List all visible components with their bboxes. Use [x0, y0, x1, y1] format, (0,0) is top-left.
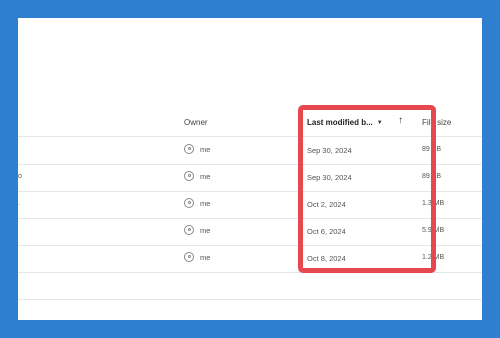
last-modified-cell: Oct 6, 2024 [307, 227, 346, 236]
last-modified-column-header[interactable]: Last modified b... ▼ [307, 118, 383, 127]
file-size-cell: 1.3 MB [422, 200, 445, 207]
file-size-cell: 89 KB [422, 146, 442, 153]
file-size-cell: 5.9 MB [422, 227, 445, 234]
table-header: Owner Last modified b... ▼ ↑ File size [18, 110, 482, 137]
table-row[interactable]: me Oct 6, 2024 5.9 MB [18, 218, 482, 246]
file-name: . [18, 200, 20, 207]
owner-label: me [200, 171, 211, 181]
last-modified-cell: Sep 30, 2024 [307, 146, 352, 155]
owner-cell: me [184, 198, 210, 208]
owner-cell: me [184, 171, 210, 181]
person-circle-icon [184, 144, 194, 154]
owner-label: me [200, 144, 211, 154]
file-size-cell: 89 KB [422, 173, 442, 180]
owner-cell: me [184, 252, 210, 262]
last-modified-cell: Oct 2, 2024 [307, 200, 346, 209]
last-modified-cell: Oct 8, 2024 [307, 254, 346, 263]
arrow-up-icon[interactable]: ↑ [398, 115, 403, 126]
owner-label: me [200, 252, 211, 262]
last-modified-cell: Sep 30, 2024 [307, 173, 352, 182]
file-list-panel: Owner Last modified b... ▼ ↑ File size m… [18, 18, 482, 320]
file-name: o [18, 173, 22, 180]
person-circle-icon [184, 171, 194, 181]
caret-down-icon[interactable]: ▼ [377, 120, 383, 126]
person-circle-icon [184, 198, 194, 208]
person-circle-icon [184, 225, 194, 235]
owner-column-header[interactable]: Owner [184, 118, 208, 127]
file-size-column-header[interactable]: File size [422, 118, 451, 127]
file-size-cell: 1.2 MB [422, 254, 445, 261]
last-modified-header-label: Last modified b... [307, 118, 373, 127]
table-row[interactable]: . me Oct 2, 2024 1.3 MB [18, 191, 482, 219]
empty-row [18, 299, 482, 320]
owner-label: me [200, 198, 211, 208]
table-row[interactable]: o me Sep 30, 2024 89 KB [18, 164, 482, 192]
owner-label: me [200, 225, 211, 235]
table-row[interactable]: me Oct 8, 2024 1.2 MB [18, 245, 482, 273]
owner-cell: me [184, 225, 210, 235]
owner-cell: me [184, 144, 210, 154]
table-row[interactable]: me Sep 30, 2024 89 KB [18, 137, 482, 165]
person-circle-icon [184, 252, 194, 262]
empty-row [18, 272, 482, 300]
